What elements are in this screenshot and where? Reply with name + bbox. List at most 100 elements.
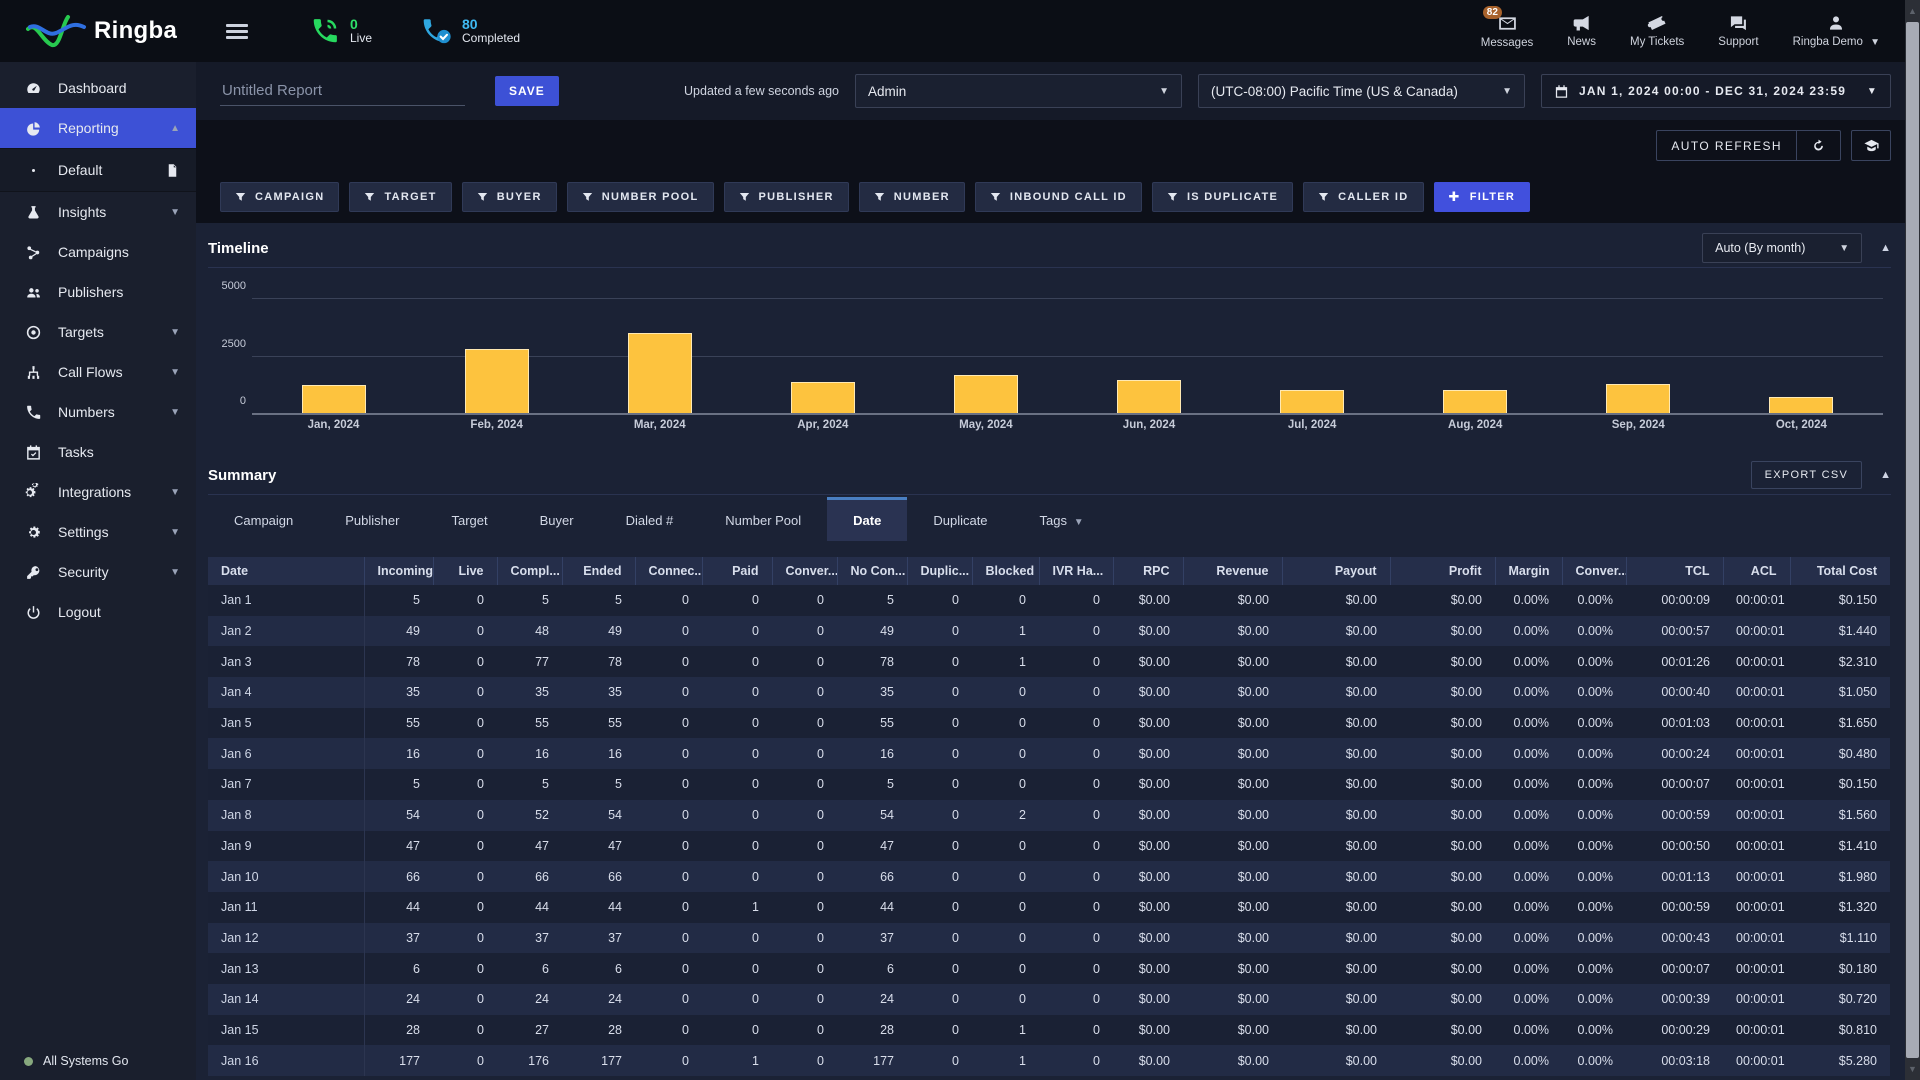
column-header-conver[interactable]: Conver... [1561,557,1626,585]
completed-calls-stat[interactable]: 80 Completed [420,16,520,46]
sidebar-item-campaigns[interactable]: Campaigns [0,232,196,272]
sidebar-item-dashboard[interactable]: Dashboard [0,68,196,108]
bar-feb-2024[interactable] [464,348,529,413]
column-header-blocked[interactable]: Blocked [971,557,1039,585]
filter-chip-campaign[interactable]: CAMPAIGN [220,182,340,212]
table-row-jan-14[interactable]: Jan 14 24 0 24 24 0 0 0 24 0 0 0 $0.00 $0.00 $0.00 $0.0… [208,983,1890,1015]
scrollbar-thumb[interactable] [1906,22,1919,1058]
column-header-paid[interactable]: Paid [701,557,772,585]
table-row-jan-13[interactable]: Jan 13 6 0 6 6 0 0 0 6 0 0 0 $0.00 $0.00 $0.00 $0.00 0.0… [208,953,1890,984]
filter-chip-publisher[interactable]: PUBLISHER [723,182,849,212]
table-row-jan-16[interactable]: Jan 16 177 0 176 177 0 1 0 177 0 1 0 $0.00 $0.00 $0.00… [208,1045,1890,1076]
sidebar-item-integrations[interactable]: Integrations ▼ [0,472,196,512]
academy-button[interactable] [1851,130,1891,161]
report-name-input[interactable] [220,76,465,106]
tab-number-pool[interactable]: Number Pool [699,497,827,541]
tab-duplicate[interactable]: Duplicate [907,497,1013,541]
table-row-jan-10[interactable]: Jan 10 66 0 66 66 0 0 0 66 0 0 0 $0.00 $0.00 $0.00 $0.0… [208,861,1890,892]
column-header-connec[interactable]: Connec... [634,557,702,585]
table-row-jan-8[interactable]: Jan 8 54 0 52 54 0 0 0 54 0 2 0 $0.00 $0.00 $0.00 $0.00… [208,799,1890,831]
bar-oct-2024[interactable] [1769,396,1834,413]
scroll-down-icon[interactable]: ▼ [1905,1062,1920,1076]
table-row-jan-5[interactable]: Jan 5 55 0 55 55 0 0 0 55 0 0 0 $0.00 $0.00 $0.00 $0.00… [208,707,1890,739]
support-menu-item[interactable]: Support [1718,13,1759,48]
column-header-ended[interactable]: Ended [561,557,635,585]
column-header-profit[interactable]: Profit [1389,557,1495,585]
table-row-jan-4[interactable]: Jan 4 35 0 35 35 0 0 0 35 0 0 0 $0.00 $0.00 $0.00 $0.00… [208,677,1890,708]
column-header-date[interactable]: Date [208,557,364,585]
table-row-jan-2[interactable]: Jan 2 49 0 48 49 0 0 0 49 0 1 0 $0.00 $0.00 $0.00 $0.00… [208,615,1890,647]
page-scrollbar[interactable]: ▲ ▼ [1905,0,1920,1080]
ringba-logo[interactable]: Ringba [0,11,196,51]
filter-chip-number[interactable]: NUMBER [858,182,965,212]
column-header-conver[interactable]: Conver... [771,557,837,585]
sidebar-item-publishers[interactable]: Publishers [0,272,196,312]
live-calls-stat[interactable]: 0 Live [310,16,372,46]
collapse-summary-icon[interactable]: ▲ [1880,469,1891,481]
table-row-jan-7[interactable]: Jan 7 5 0 5 5 0 0 0 5 0 0 0 $0.00 $0.00 $0.00 $0.00 0.00… [208,769,1890,800]
messages-menu-item[interactable]: 82 Messages [1481,6,1533,49]
tab-date[interactable]: Date [827,497,908,541]
column-header-rpc[interactable]: RPC [1112,557,1183,585]
column-header-no-con[interactable]: No Con... [836,557,907,585]
refresh-button[interactable] [1796,131,1840,160]
add-filter-button[interactable]: ✚ FILTER [1433,182,1531,212]
ringba-demo-menu-item[interactable]: Ringba Demo ▼ [1793,13,1880,48]
sidebar-item-targets[interactable]: Targets ▼ [0,312,196,352]
interval-select[interactable]: Auto (By month) ▼ [1702,233,1863,263]
table-row-jan-12[interactable]: Jan 12 37 0 37 37 0 0 0 37 0 0 0 $0.00 $0.00 $0.00 $0.0… [208,922,1890,954]
column-header-tcl[interactable]: TCL [1625,557,1723,585]
filter-chip-target[interactable]: TARGET [349,182,452,212]
export-csv-button[interactable]: EXPORT CSV [1750,461,1863,489]
sidebar-item-settings[interactable]: Settings ▼ [0,512,196,552]
auto-refresh-button[interactable]: AUTO REFRESH [1657,131,1796,160]
column-header-incoming[interactable]: Incoming [363,557,433,585]
sidebar-item-numbers[interactable]: Numbers ▼ [0,392,196,432]
sidebar-item-insights[interactable]: Insights ▼ [0,192,196,232]
sidebar-item-default[interactable]: Default [0,148,196,192]
tab-tags[interactable]: Tags ▼ [1014,497,1110,541]
filter-chip-buyer[interactable]: BUYER [461,182,557,212]
column-header-margin[interactable]: Margin [1494,557,1562,585]
table-row-jan-6[interactable]: Jan 6 16 0 16 16 0 0 0 16 0 0 0 $0.00 $0.00 $0.00 $0.00… [208,738,1890,770]
bar-jan-2024[interactable] [301,385,366,413]
table-row-jan-1[interactable]: Jan 1 5 0 5 5 0 0 0 5 0 0 0 $0.00 $0.00 $0.00 $0.00 0.00… [208,585,1890,616]
sidebar-item-reporting[interactable]: Reporting ▲ [0,108,196,148]
column-header-duplic[interactable]: Duplic... [906,557,972,585]
column-header-ivr-ha[interactable]: IVR Ha... [1038,557,1113,585]
sidebar-item-call-flows[interactable]: Call Flows ▼ [0,352,196,392]
bar-jul-2024[interactable] [1280,389,1345,413]
timezone-select[interactable]: (UTC-08:00) Pacific Time (US & Canada) ▼ [1198,74,1525,108]
filter-chip-caller-id[interactable]: CALLER ID [1303,182,1424,212]
tab-campaign[interactable]: Campaign [208,497,319,541]
menu-toggle-icon[interactable] [226,21,248,42]
column-header-live[interactable]: Live [432,557,497,585]
tab-target[interactable]: Target [425,497,513,541]
filter-chip-is-duplicate[interactable]: IS DUPLICATE [1151,182,1294,212]
collapse-timeline-icon[interactable]: ▲ [1880,242,1891,254]
table-row-jan-9[interactable]: Jan 9 47 0 47 47 0 0 0 47 0 0 0 $0.00 $0.00 $0.00 $0.00… [208,830,1890,862]
column-header-total-cost[interactable]: Total Cost [1789,557,1890,585]
column-header-payout[interactable]: Payout [1281,557,1390,585]
date-range-picker[interactable]: JAN 1, 2024 00:00 - DEC 31, 2024 23:59 ▼ [1541,74,1891,108]
bar-mar-2024[interactable] [627,332,692,413]
column-header-compl[interactable]: Compl... [496,557,562,585]
column-header-acl[interactable]: ACL [1722,557,1790,585]
scroll-up-icon[interactable]: ▲ [1905,4,1920,18]
bar-apr-2024[interactable] [790,382,855,413]
my-tickets-menu-item[interactable]: My Tickets [1630,13,1684,48]
tab-buyer[interactable]: Buyer [514,497,600,541]
role-select[interactable]: Admin ▼ [855,74,1182,108]
filter-chip-number-pool[interactable]: NUMBER POOL [566,182,714,212]
bar-sep-2024[interactable] [1606,383,1671,413]
filter-chip-inbound-call-id[interactable]: INBOUND CALL ID [974,182,1142,212]
table-row-jan-11[interactable]: Jan 11 44 0 44 44 0 1 0 44 0 0 0 $0.00 $0.00 $0.00 $0.0… [208,891,1890,923]
column-header-revenue[interactable]: Revenue [1182,557,1282,585]
sidebar-item-security[interactable]: Security ▼ [0,552,196,592]
sidebar-item-logout[interactable]: Logout [0,592,196,632]
bar-may-2024[interactable] [953,374,1018,413]
save-button[interactable]: SAVE [495,76,559,106]
news-menu-item[interactable]: News [1567,13,1596,48]
tab-publisher[interactable]: Publisher [319,497,425,541]
sidebar-item-tasks[interactable]: Tasks [0,432,196,472]
